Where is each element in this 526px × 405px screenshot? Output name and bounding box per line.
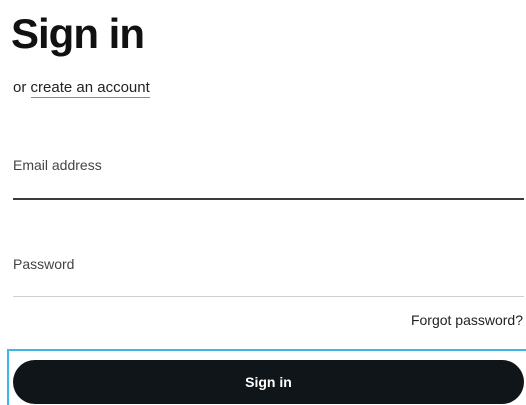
or-text: or xyxy=(13,79,27,96)
page-title: Sign in xyxy=(11,10,145,57)
password-field[interactable] xyxy=(13,274,524,296)
password-underline xyxy=(13,296,524,297)
password-label: Password xyxy=(13,256,75,272)
email-underline xyxy=(13,198,524,200)
forgot-password-link[interactable]: Forgot password? xyxy=(411,311,523,329)
email-field[interactable] xyxy=(13,176,524,198)
create-account-link[interactable]: create an account xyxy=(30,79,150,98)
sign-in-button[interactable]: Sign in xyxy=(13,360,524,404)
sign-in-page: Sign in or create an account Email addre… xyxy=(0,0,526,405)
email-label: Email address xyxy=(13,157,102,173)
create-account-line: or create an account xyxy=(13,78,150,98)
